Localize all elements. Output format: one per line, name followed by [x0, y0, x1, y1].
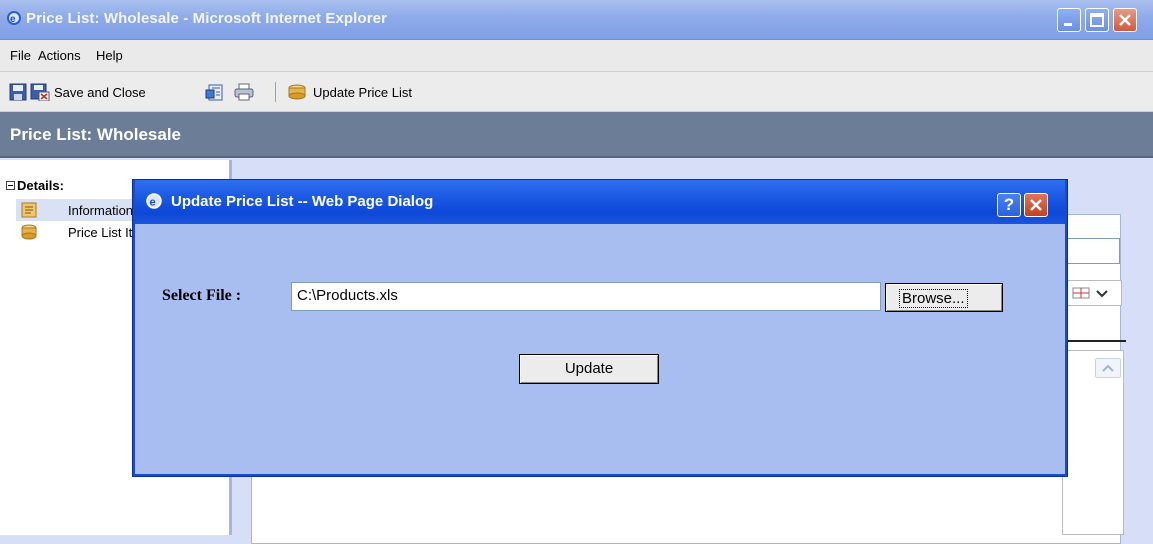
close-icon [1119, 14, 1131, 26]
section-divider [1062, 340, 1126, 342]
minimize-button[interactable] [1057, 8, 1081, 32]
maximize-button[interactable] [1085, 8, 1109, 32]
save-and-close-button[interactable]: Save and Close [54, 85, 146, 100]
update-price-list-icon[interactable] [287, 83, 307, 101]
scroll-up-icon [1102, 364, 1114, 372]
menu-file[interactable]: File [10, 48, 31, 63]
form-properties-icon[interactable] [205, 83, 225, 101]
menu-actions[interactable]: Actions [38, 48, 81, 63]
dialog-close-button[interactable] [1024, 193, 1048, 217]
scroll-up-button[interactable] [1095, 358, 1121, 378]
help-icon: ? [1003, 195, 1015, 214]
select-file-label: Select File : [162, 287, 242, 304]
lookup-icon [1072, 287, 1108, 299]
background-currency-select[interactable] [1066, 280, 1122, 306]
update-price-list-dialog: e Update Price List -- Web Page Dialog ?… [133, 180, 1067, 476]
window-close-button[interactable] [1113, 8, 1137, 32]
print-icon[interactable] [234, 83, 254, 101]
browse-button[interactable]: Browse... [885, 283, 1003, 312]
minimize-icon [1064, 23, 1072, 26]
information-icon [21, 202, 37, 218]
nav-item-label: Information [68, 203, 134, 218]
ie-icon: e [7, 11, 21, 25]
svg-text:e: e [150, 197, 156, 209]
collapse-icon[interactable] [6, 181, 15, 190]
menu-bar: File Actions Help [0, 40, 1153, 72]
svg-text:e: e [10, 14, 16, 25]
page-title: Price List: Wholesale [10, 125, 181, 144]
dialog-help-button[interactable]: ? [997, 193, 1021, 217]
close-icon [1030, 199, 1042, 211]
details-heading: Details: [17, 178, 64, 193]
update-button[interactable]: Update [519, 354, 659, 384]
window-titlebar[interactable]: e Price List: Wholesale - Microsoft Inte… [0, 0, 1153, 40]
maximize-icon [1090, 13, 1104, 27]
window-title: Price List: Wholesale - Microsoft Intern… [26, 10, 388, 27]
toolbar: Save and Close Update Price List [0, 72, 1153, 112]
form-header: Price List: Wholesale [0, 112, 1153, 158]
dialog-title: Update Price List -- Web Page Dialog [171, 193, 434, 210]
update-price-list-button[interactable]: Update Price List [313, 85, 412, 100]
toolbar-separator [275, 82, 276, 102]
file-path-input[interactable]: C:\Products.xls [291, 282, 881, 311]
save-and-close-icon[interactable] [30, 83, 50, 101]
dialog-titlebar[interactable]: e Update Price List -- Web Page Dialog ? [135, 180, 1065, 224]
save-icon[interactable] [8, 83, 28, 101]
browse-button-label: Browse... [899, 289, 968, 308]
details-section-header[interactable]: Details: [6, 178, 64, 193]
menu-help[interactable]: Help [96, 48, 123, 63]
ie-icon: e [146, 193, 162, 209]
price-list-items-icon [21, 224, 37, 240]
